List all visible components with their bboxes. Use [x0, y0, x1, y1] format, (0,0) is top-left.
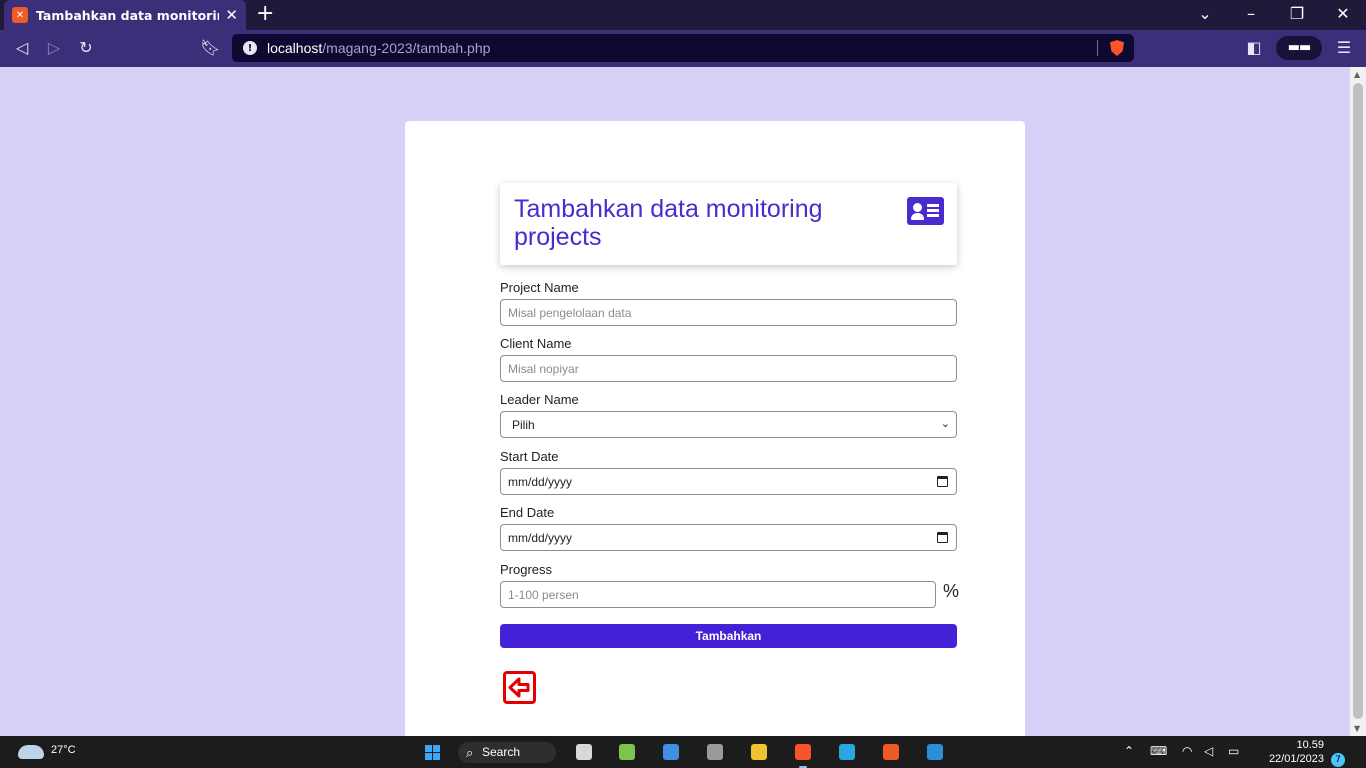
vscode-icon[interactable] [927, 744, 943, 760]
task-view-icon[interactable] [576, 744, 592, 760]
taskbar: 27°C ⌕ Search ⌃ ⌨ ◠ ◁ ▭ 10.59 22/01/2023 … [0, 736, 1366, 768]
reload-icon[interactable]: ↻ [76, 39, 96, 57]
keyboard-icon[interactable]: ⌨ [1150, 744, 1167, 758]
private-window-icon[interactable]: ▬▬ [1276, 36, 1322, 60]
start-date-label: Start Date [500, 449, 559, 464]
project-name-placeholder: Misal pengelolaan data [508, 306, 632, 320]
back-arrow-icon[interactable] [503, 671, 536, 704]
submit-button[interactable]: Tambahkan [500, 624, 957, 648]
client-name-input[interactable]: Misal nopiyar [500, 355, 957, 382]
forward-icon[interactable]: ▷ [44, 39, 64, 57]
clock-date: 22/01/2023 [1268, 753, 1324, 765]
progress-placeholder: 1-100 persen [508, 588, 579, 602]
start-date-input[interactable]: mm/dd/yyyy [500, 468, 957, 495]
volume-icon[interactable]: ◁ [1204, 744, 1213, 758]
client-name-placeholder: Misal nopiyar [508, 362, 579, 376]
page-scrollbar[interactable]: ▲ ▼ [1350, 67, 1366, 736]
calendar-icon[interactable] [937, 476, 948, 487]
widgets-icon[interactable] [619, 744, 635, 760]
form-header: Tambahkan data monitoring projects [500, 183, 957, 265]
search-label: Search [482, 745, 521, 759]
sidebar-toggle-icon[interactable]: ◧ [1244, 39, 1264, 57]
chevron-up-icon[interactable]: ⌃ [1124, 744, 1134, 758]
calendar-icon[interactable] [937, 532, 948, 543]
search-icon: ⌕ [466, 745, 474, 760]
file-explorer-icon[interactable] [751, 744, 767, 760]
page-title: Tambahkan data monitoring projects [514, 195, 823, 251]
back-icon[interactable]: ◁ [12, 39, 32, 57]
xampp-icon[interactable] [883, 744, 899, 760]
brave-browser-icon[interactable] [795, 744, 811, 768]
cloud-icon[interactable] [18, 745, 44, 759]
leader-name-select[interactable]: Pilih ⌄ [500, 411, 957, 438]
project-name-input[interactable]: Misal pengelolaan data [500, 299, 957, 326]
close-tab-icon[interactable]: ✕ [225, 7, 238, 23]
battery-icon[interactable]: ▭ [1228, 744, 1239, 758]
new-tab-icon[interactable]: + [256, 3, 274, 25]
end-date-input[interactable]: mm/dd/yyyy [500, 524, 957, 551]
leader-name-value: Pilih [512, 418, 535, 432]
bookmark-icon[interactable]: 🔖︎ [200, 39, 220, 57]
minimize-icon[interactable]: – [1241, 5, 1261, 23]
close-window-icon[interactable]: ✕ [1333, 5, 1353, 23]
site-info-icon[interactable]: ! [243, 41, 257, 55]
leader-name-label: Leader Name [500, 392, 579, 407]
scroll-down-icon[interactable]: ▼ [1354, 724, 1360, 733]
project-name-label: Project Name [500, 280, 579, 295]
windows-start-icon[interactable] [425, 745, 440, 760]
address-bar[interactable]: ! localhost/magang-2023/tambah.php [232, 34, 1134, 62]
scrollbar-thumb[interactable] [1353, 83, 1363, 719]
chevron-down-icon: ⌄ [940, 418, 950, 430]
notification-badge[interactable]: 7 [1331, 753, 1345, 767]
store-icon[interactable] [663, 744, 679, 760]
taskbar-search[interactable]: ⌕ Search [458, 742, 556, 763]
notepad-icon[interactable] [839, 744, 855, 760]
url-divider [1097, 40, 1098, 56]
scroll-up-icon[interactable]: ▲ [1354, 70, 1360, 79]
browser-tab-strip: ✕ Tambahkan data monitoring projects ✕ +… [0, 0, 1366, 30]
start-date-value: mm/dd/yyyy [508, 475, 573, 489]
progress-input[interactable]: 1-100 persen [500, 581, 936, 608]
page-viewport: Tambahkan data monitoring projects Proje… [0, 67, 1350, 736]
xampp-icon: ✕ [12, 7, 28, 23]
end-date-label: End Date [500, 505, 555, 520]
tab-title: Tambahkan data monitoring projects [36, 7, 219, 23]
wifi-icon[interactable]: ◠ [1182, 744, 1192, 758]
url-host: localhost [267, 40, 323, 56]
percent-sign: % [943, 581, 960, 601]
weather-temperature[interactable]: 27°C [51, 744, 76, 756]
client-name-label: Client Name [500, 336, 572, 351]
id-card-icon [907, 197, 944, 225]
taskbar-clock[interactable]: 10.59 22/01/2023 [1262, 738, 1324, 768]
progress-label: Progress [500, 562, 553, 577]
browser-tab[interactable]: ✕ Tambahkan data monitoring projects ✕ [4, 0, 246, 30]
end-date-value: mm/dd/yyyy [508, 531, 573, 545]
brave-shields-icon[interactable] [1110, 40, 1124, 56]
url-path: /magang-2023/tambah.php [322, 40, 491, 56]
menu-icon[interactable]: ☰ [1334, 39, 1354, 57]
form-card: Tambahkan data monitoring projects Proje… [405, 121, 1025, 736]
clock-time: 10.59 [1296, 739, 1324, 751]
restore-icon[interactable]: ❐ [1287, 5, 1307, 23]
camera-icon[interactable] [707, 744, 723, 760]
tab-search-chevron-icon[interactable]: ⌄ [1195, 5, 1215, 23]
